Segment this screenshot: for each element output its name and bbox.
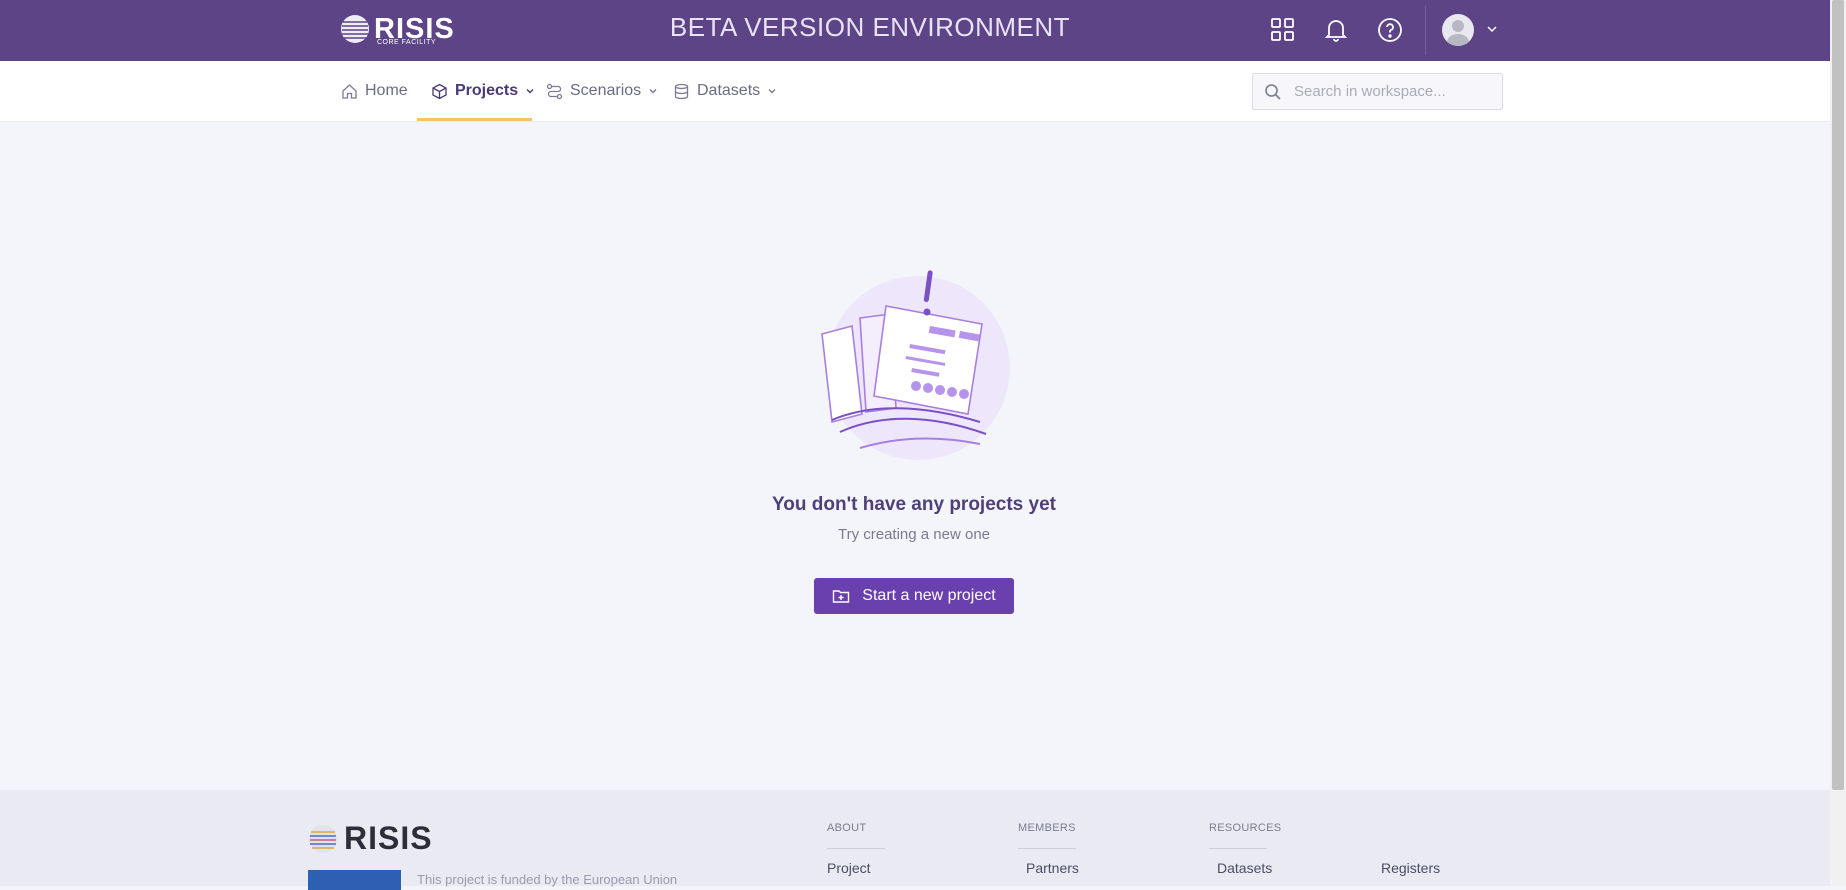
funding-note: This project is funded by the European U… [417, 872, 678, 887]
help-icon[interactable] [1377, 17, 1403, 43]
risis-logo[interactable]: RISIS CORE FACILITY [340, 13, 455, 46]
empty-state-subtitle: Try creating a new one [837, 526, 991, 543]
footer-link-datasets[interactable]: Datasets [1217, 860, 1272, 876]
nav-scenarios-label: Scenarios [570, 82, 642, 99]
footer-link-registers[interactable]: Registers [1381, 860, 1440, 876]
nav-datasets[interactable]: Datasets [673, 61, 777, 121]
footer-heading-resources: RESOURCES [1209, 822, 1282, 834]
nav-projects[interactable]: Projects [431, 61, 535, 121]
chevron-down-icon [768, 89, 776, 94]
globe-logo-icon [341, 15, 369, 43]
bell-icon[interactable] [1323, 17, 1349, 43]
chevron-down-icon [526, 89, 534, 94]
start-new-project-label: Start a new project [862, 587, 996, 604]
start-new-project-button[interactable]: Start a new project [814, 578, 1014, 614]
chevron-down-icon [649, 89, 657, 94]
user-avatar-icon [1447, 20, 1469, 46]
nav-bar: Home Projects Scenarios Datasets [0, 61, 1830, 122]
avatar[interactable] [1442, 14, 1474, 46]
empty-projects-illustration [821, 270, 1010, 460]
chevron-down-icon[interactable] [1485, 22, 1499, 36]
scrollbar-thumb[interactable] [1832, 0, 1844, 790]
topbar-divider [1425, 6, 1426, 55]
footer-logo[interactable]: RISIS [308, 820, 433, 857]
environment-title: BETA VERSION ENVIRONMENT [669, 12, 1071, 42]
apps-grid-icon[interactable] [1270, 17, 1296, 43]
footer-heading-rule [1209, 848, 1267, 849]
nav-scenarios[interactable]: Scenarios [546, 61, 658, 121]
flow-icon [546, 83, 563, 99]
nav-projects-label: Projects [455, 82, 519, 99]
active-tab-indicator [417, 118, 532, 121]
logo-name: RISIS [374, 13, 455, 45]
footer-link-project[interactable]: Project [827, 860, 871, 876]
nav-home-label: Home [365, 82, 408, 99]
footer-logo-name: RISIS [344, 820, 433, 856]
globe-logo-icon [309, 824, 337, 853]
home-icon [342, 83, 357, 99]
search-input[interactable] [1292, 82, 1496, 101]
empty-state-title: You don't have any projects yet [772, 494, 1056, 515]
logo-subtitle: CORE FACILITY [377, 39, 437, 46]
footer-link-partners[interactable]: Partners [1026, 860, 1079, 876]
folder-plus-icon [833, 590, 850, 603]
cube-icon [432, 83, 447, 99]
search-icon [1265, 83, 1281, 100]
footer-heading-about: ABOUT [827, 822, 867, 834]
workspace-search[interactable] [1252, 73, 1503, 110]
footer-heading-rule [1018, 848, 1076, 849]
footer-heading-members: MEMBERS [1018, 822, 1076, 834]
eu-flag [308, 870, 401, 890]
footer: RISIS This project is funded by the Euro… [0, 790, 1830, 890]
top-bar: RISIS CORE FACILITY BETA VERSION ENVIRON… [0, 0, 1830, 61]
database-icon [674, 83, 689, 99]
nav-datasets-label: Datasets [697, 82, 761, 99]
footer-heading-rule [827, 848, 885, 849]
nav-home[interactable]: Home [341, 61, 408, 121]
